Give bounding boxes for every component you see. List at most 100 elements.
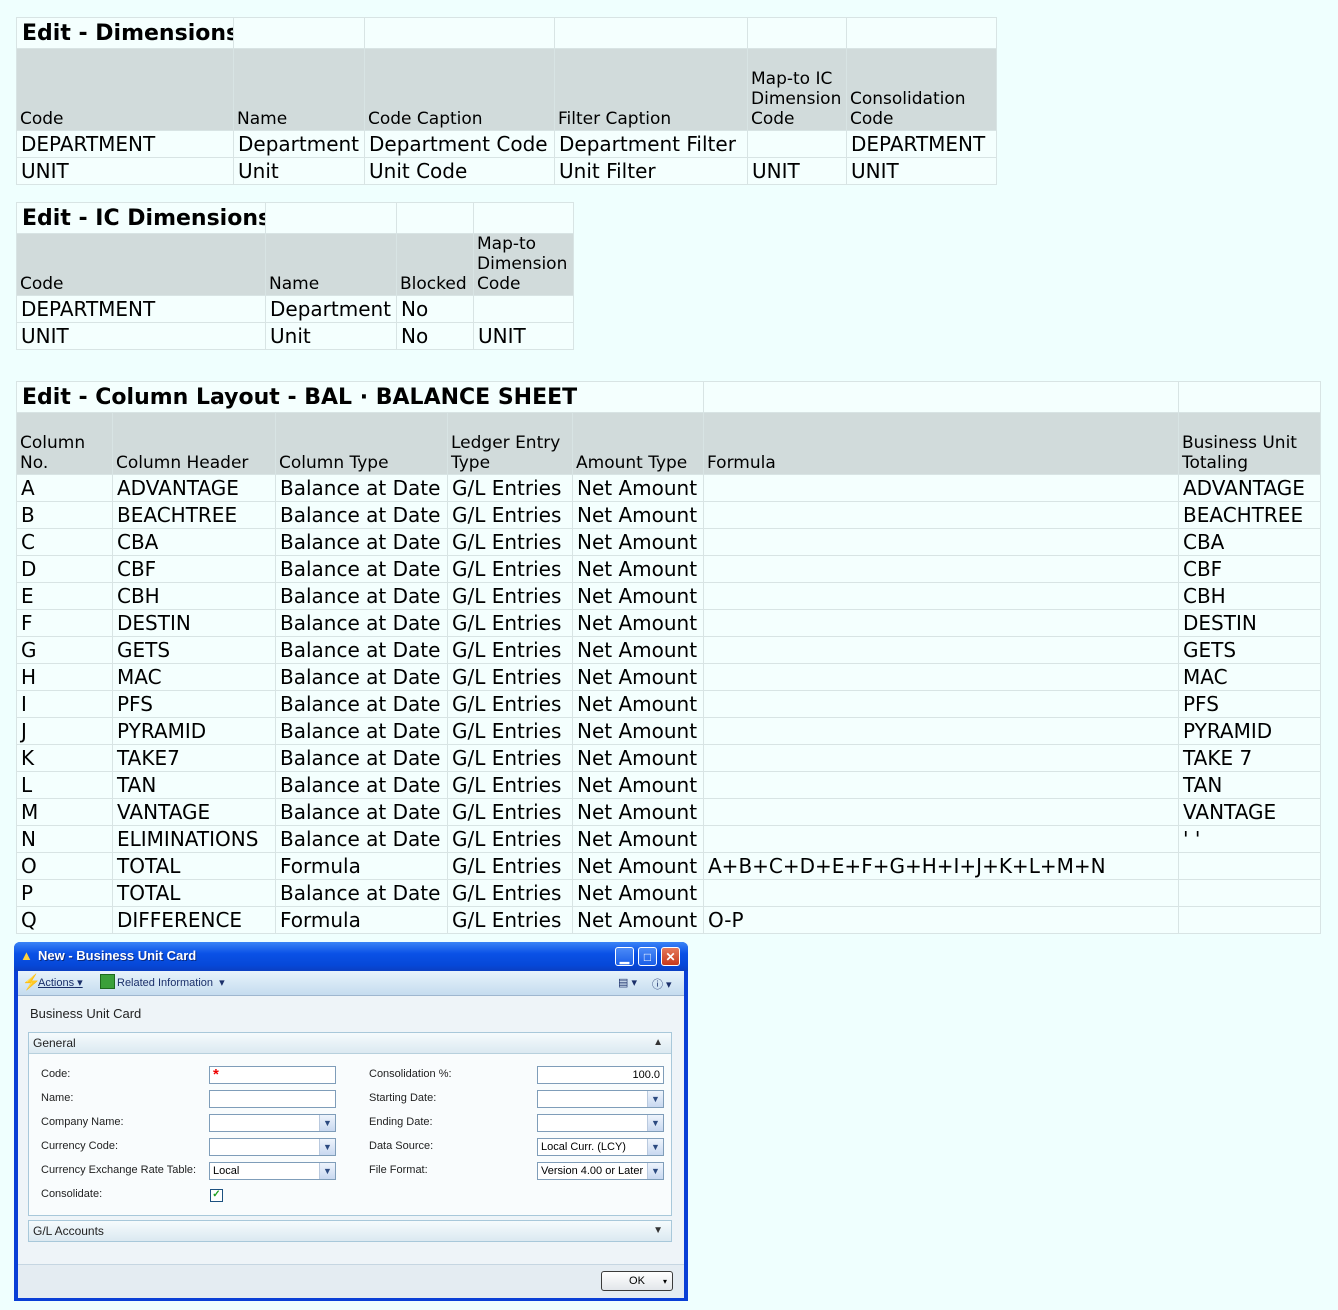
table-cell[interactable]: Net Amount xyxy=(572,798,704,826)
table-cell[interactable] xyxy=(703,825,1179,853)
table-cell[interactable] xyxy=(1178,906,1321,934)
table-row[interactable]: G GETS Balance at Date G/L Entries Net Amoun… xyxy=(16,636,1321,664)
table-cell[interactable]: Balance at Date xyxy=(275,555,448,583)
table-cell[interactable]: Balance at Date xyxy=(275,636,448,664)
table-cell[interactable] xyxy=(703,717,1179,745)
code-field[interactable]: * xyxy=(209,1066,336,1084)
table-row[interactable]: DEPARTMENT Department Department Code Depar… xyxy=(16,130,997,158)
table-row[interactable]: K TAKE7 Balance at Date G/L Entries Net Amou… xyxy=(16,744,1321,772)
table-cell[interactable]: G/L Entries xyxy=(447,744,573,772)
dropdown-arrow-icon[interactable]: ▼ xyxy=(647,1115,663,1131)
table-row[interactable]: Q DIFFERENCE Formula G/L Entries Net Amount O… xyxy=(16,906,1321,934)
table-cell[interactable]: No xyxy=(396,295,474,323)
table-cell[interactable]: ' ' xyxy=(1178,825,1321,853)
table-cell[interactable]: B xyxy=(16,501,113,529)
table-cell[interactable]: A xyxy=(16,474,113,502)
table-cell[interactable]: G/L Entries xyxy=(447,798,573,826)
col-header[interactable]: Column Type xyxy=(275,412,448,475)
table-cell[interactable] xyxy=(703,636,1179,664)
table-cell[interactable]: Balance at Date xyxy=(275,528,448,556)
table-cell[interactable]: Unit xyxy=(265,322,397,350)
table-cell[interactable]: K xyxy=(16,744,113,772)
table-cell[interactable]: DESTIN xyxy=(112,609,276,637)
table-cell[interactable]: MAC xyxy=(112,663,276,691)
col-header[interactable]: Business Unit Totaling xyxy=(1178,412,1321,475)
table-cell[interactable]: Net Amount xyxy=(572,771,704,799)
table-cell[interactable] xyxy=(1178,852,1321,880)
table-cell[interactable]: G/L Entries xyxy=(447,771,573,799)
maximize-icon[interactable]: □ xyxy=(638,947,657,966)
table-row[interactable]: UNIT Unit Unit Code Unit Filter UNIT UNIT xyxy=(16,157,997,185)
col-header[interactable]: Filter Caption xyxy=(554,48,748,131)
table-cell[interactable]: BEACHTREE xyxy=(112,501,276,529)
table-cell[interactable]: Net Amount xyxy=(572,663,704,691)
col-header[interactable]: Column No. xyxy=(16,412,113,475)
table-cell[interactable]: Balance at Date xyxy=(275,690,448,718)
window-titlebar[interactable]: ▲ New - Business Unit Card ▁ □ ✕ xyxy=(14,942,688,971)
table-cell[interactable]: I xyxy=(16,690,113,718)
dropdown-arrow-icon[interactable]: ▼ xyxy=(319,1163,335,1179)
starting-date-field[interactable]: ▼ xyxy=(537,1090,664,1108)
table-cell[interactable] xyxy=(703,690,1179,718)
table-row[interactable]: L TAN Balance at Date G/L Entries Net Amount… xyxy=(16,771,1321,799)
table-row[interactable]: E CBH Balance at Date G/L Entries Net Amount… xyxy=(16,582,1321,610)
table-cell[interactable]: UNIT xyxy=(747,157,847,185)
table-cell[interactable]: P xyxy=(16,879,113,907)
table-cell[interactable] xyxy=(473,295,574,323)
col-header[interactable]: Map-to IC Dimension Code xyxy=(747,48,847,131)
table-row[interactable]: J PYRAMID Balance at Date G/L Entries Net Am… xyxy=(16,717,1321,745)
table-cell[interactable] xyxy=(703,798,1179,826)
table-row[interactable]: B BEACHTREE Balance at Date G/L Entries Net … xyxy=(16,501,1321,529)
table-cell[interactable]: TAKE 7 xyxy=(1178,744,1321,772)
table-cell[interactable]: UNIT xyxy=(846,157,997,185)
table-row[interactable]: N ELIMINATIONS Balance at Date G/L Entries N… xyxy=(16,825,1321,853)
table-cell[interactable]: PYRAMID xyxy=(1178,717,1321,745)
table-cell[interactable]: UNIT xyxy=(16,322,266,350)
name-field[interactable] xyxy=(209,1090,336,1108)
close-icon[interactable]: ✕ xyxy=(661,947,680,966)
col-header[interactable]: Ledger Entry Type xyxy=(447,412,573,475)
table-cell[interactable]: A+B+C+D+E+F+G+H+I+J+K+L+M+N xyxy=(703,852,1179,880)
table-cell[interactable]: Balance at Date xyxy=(275,879,448,907)
table-cell[interactable]: G xyxy=(16,636,113,664)
table-cell[interactable]: Net Amount xyxy=(572,555,704,583)
table-row[interactable]: M VANTAGE Balance at Date G/L Entries Net Am… xyxy=(16,798,1321,826)
table-cell[interactable]: CBH xyxy=(1178,582,1321,610)
table-cell[interactable] xyxy=(703,474,1179,502)
table-cell[interactable]: Balance at Date xyxy=(275,609,448,637)
table-cell[interactable]: BEACHTREE xyxy=(1178,501,1321,529)
table-cell[interactable]: D xyxy=(16,555,113,583)
minimize-icon[interactable]: ▁ xyxy=(615,947,634,966)
col-header[interactable]: Code xyxy=(16,48,234,131)
table-cell[interactable]: DESTIN xyxy=(1178,609,1321,637)
col-header[interactable]: Formula xyxy=(703,412,1179,475)
col-header[interactable]: Consolidation Code xyxy=(846,48,997,131)
col-header[interactable]: Name xyxy=(233,48,365,131)
table-cell[interactable]: C xyxy=(16,528,113,556)
table-cell[interactable]: G/L Entries xyxy=(447,879,573,907)
table-cell[interactable] xyxy=(703,555,1179,583)
table-cell[interactable]: DEPARTMENT xyxy=(16,130,234,158)
currency-exchange-rate-table-field[interactable]: Local ▼ xyxy=(209,1162,336,1180)
consolidate-checkbox[interactable]: ✓ xyxy=(210,1189,223,1202)
table-cell[interactable]: G/L Entries xyxy=(447,663,573,691)
dropdown-arrow-icon[interactable]: ▼ xyxy=(319,1115,335,1131)
table-cell[interactable]: CBF xyxy=(1178,555,1321,583)
table-cell[interactable]: VANTAGE xyxy=(1178,798,1321,826)
table-cell[interactable]: M xyxy=(16,798,113,826)
table-cell[interactable]: Department xyxy=(233,130,365,158)
table-cell[interactable]: G/L Entries xyxy=(447,906,573,934)
table-cell[interactable]: O xyxy=(16,852,113,880)
col-header[interactable]: Name xyxy=(265,233,397,296)
table-cell[interactable]: ELIMINATIONS xyxy=(112,825,276,853)
table-cell[interactable]: G/L Entries xyxy=(447,825,573,853)
table-cell[interactable]: Balance at Date xyxy=(275,663,448,691)
table-cell[interactable]: H xyxy=(16,663,113,691)
table-cell[interactable]: Net Amount xyxy=(572,609,704,637)
help-icon[interactable]: ⓘ ▾ xyxy=(652,976,672,992)
table-row[interactable]: UNIT Unit No UNIT xyxy=(16,322,574,350)
table-cell[interactable]: N xyxy=(16,825,113,853)
table-cell[interactable]: F xyxy=(16,609,113,637)
table-cell[interactable]: Net Amount xyxy=(572,879,704,907)
table-cell[interactable]: G/L Entries xyxy=(447,528,573,556)
